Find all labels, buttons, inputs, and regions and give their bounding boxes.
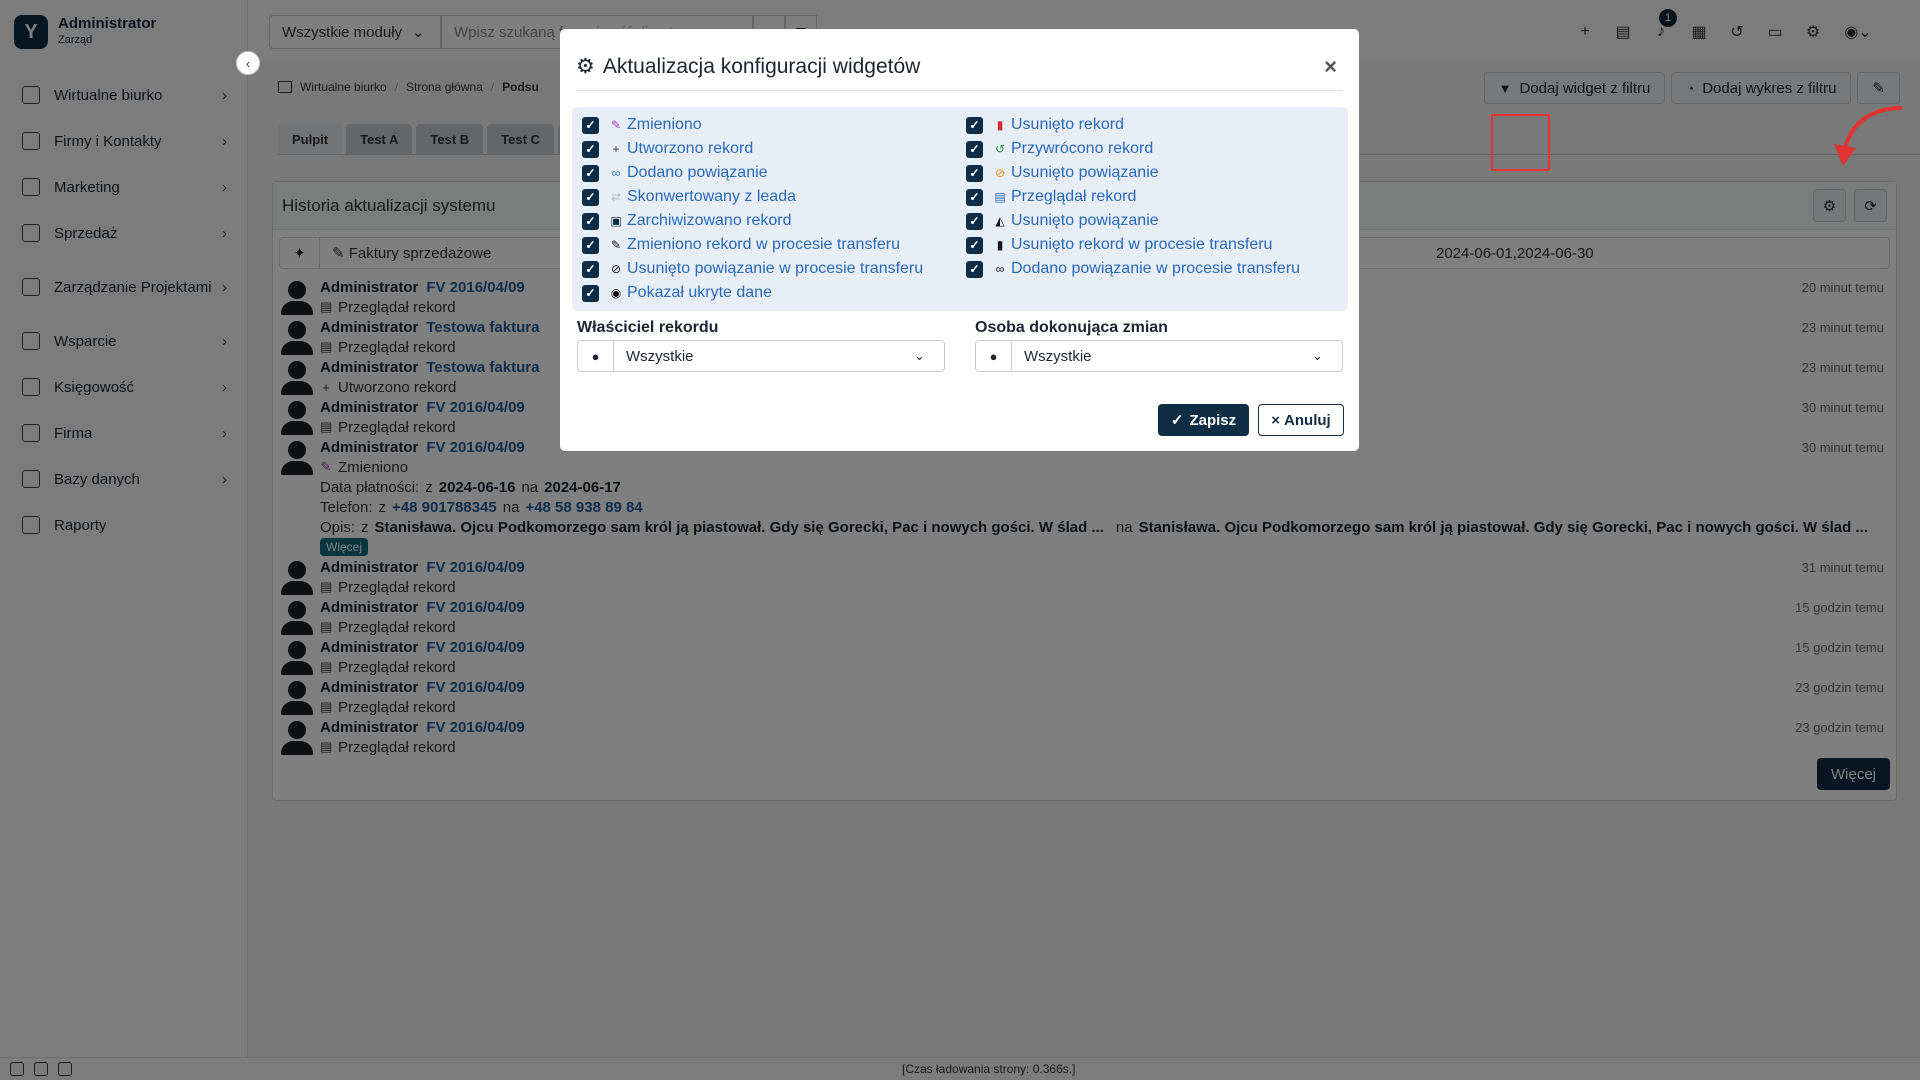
pencil-icon: ✎ <box>610 118 622 132</box>
modal-title: Aktualizacja konfiguracji widgetów <box>602 54 921 78</box>
checkbox[interactable]: ✓ <box>966 164 983 182</box>
undo-icon: ↺ <box>994 142 1006 156</box>
archive-icon: ▣ <box>610 214 622 228</box>
red-arrow-icon <box>1834 106 1903 166</box>
option-zarchiwizowano[interactable]: ✓ ▣ Zarchiwizowano rekord <box>582 209 923 233</box>
checkbox[interactable]: ✓ <box>966 236 983 254</box>
eraser-icon: ◭ <box>995 214 1005 228</box>
chevron-down-icon: ⌄ <box>1312 348 1323 363</box>
unlink-icon: ⊘ <box>610 262 622 276</box>
unlink-icon: ⊘ <box>994 166 1006 180</box>
option-przegladal[interactable]: ✓ ▤ Przeglądał rekord <box>966 185 1300 209</box>
owner-label: Właściciel rekordu <box>577 319 719 336</box>
pencil-icon: ✎ <box>610 238 622 252</box>
plus-icon: + <box>612 142 620 156</box>
save-button[interactable]: ✓ Zapisz <box>1158 404 1249 436</box>
widget-config-modal: ⚙ Aktualizacja konfiguracji widgetów × ✓… <box>560 29 1359 451</box>
checkbox[interactable]: ✓ <box>582 116 599 134</box>
option-przywrocono[interactable]: ✓ ↺ Przywrócono rekord <box>966 137 1300 161</box>
checkbox[interactable]: ✓ <box>582 212 599 230</box>
gear-icon: ⚙ <box>576 55 595 78</box>
highlight-box <box>1491 114 1550 171</box>
chevron-down-icon: ⌄ <box>914 348 925 363</box>
option-usunieto-powiazanie-transfer[interactable]: ✓ ⊘ Usunięto powiązanie w procesie transfe… <box>582 257 923 281</box>
cancel-button[interactable]: × Anuluj <box>1258 404 1344 436</box>
close-icon[interactable]: × <box>1324 54 1343 80</box>
link-icon: ∞ <box>611 166 621 180</box>
exchange-icon: ⇄ <box>610 190 622 204</box>
options-panel: ✓ ✎ Zmieniono ✓ + Utworzono rekord ✓ ∞ Dodano … <box>572 107 1348 311</box>
option-dodano-powiazanie[interactable]: ✓ ∞ Dodano powiązanie <box>582 161 923 185</box>
checkbox[interactable]: ✓ <box>582 260 599 278</box>
checkbox[interactable]: ✓ <box>966 260 983 278</box>
option-zmieniono[interactable]: ✓ ✎ Zmieniono <box>582 113 923 137</box>
user-icon: ● <box>976 341 1012 371</box>
option-usunieto-rekord[interactable]: ✓ ▮ Usunięto rekord <box>966 113 1300 137</box>
options-right: ✓ ▮ Usunięto rekord ✓ ↺ Przywrócono rekord ✓… <box>966 113 1300 281</box>
checkbox[interactable]: ✓ <box>966 140 983 158</box>
option-usunieto-powiazanie-2[interactable]: ✓ ◭ Usunięto powiązanie <box>966 209 1300 233</box>
option-utworzono[interactable]: ✓ + Utworzono rekord <box>582 137 923 161</box>
option-pokazal-ukryte[interactable]: ✓ ◉ Pokazał ukryte dane <box>582 281 923 305</box>
checkbox[interactable]: ✓ <box>582 140 599 158</box>
list-icon: ▤ <box>994 190 1006 204</box>
modal-header: ⚙ Aktualizacja konfiguracji widgetów × <box>576 43 1343 91</box>
option-skonwertowany[interactable]: ✓ ⇄ Skonwertowany z leada <box>582 185 923 209</box>
changer-label: Osoba dokonująca zmian <box>975 319 1168 336</box>
option-dodano-powiazanie-transfer[interactable]: ✓ ∞ Dodano powiązanie w procesie transferu <box>966 257 1300 281</box>
sidebar-collapse-button[interactable]: ‹ <box>236 51 260 75</box>
checkbox[interactable]: ✓ <box>582 236 599 254</box>
eye-icon: ◉ <box>610 286 622 300</box>
checkbox[interactable]: ✓ <box>582 284 599 302</box>
close-icon: × <box>1271 411 1281 429</box>
options-left: ✓ ✎ Zmieniono ✓ + Utworzono rekord ✓ ∞ Dodano … <box>582 113 923 305</box>
link-icon: ∞ <box>995 262 1005 276</box>
user-icon: ● <box>578 341 614 371</box>
option-usunieto-rekord-transfer[interactable]: ✓ ▮ Usunięto rekord w procesie transferu <box>966 233 1300 257</box>
trash-icon: ▮ <box>996 118 1004 132</box>
trash-icon: ▮ <box>996 238 1004 252</box>
checkbox[interactable]: ✓ <box>582 188 599 206</box>
checkbox[interactable]: ✓ <box>966 212 983 230</box>
changer-select[interactable]: ● Wszystkie ⌄ <box>975 340 1343 372</box>
check-icon: ✓ <box>1170 412 1184 429</box>
checkbox[interactable]: ✓ <box>582 164 599 182</box>
option-zmieniono-transfer[interactable]: ✓ ✎ Zmieniono rekord w procesie transferu <box>582 233 923 257</box>
option-usunieto-powiazanie[interactable]: ✓ ⊘ Usunięto powiązanie <box>966 161 1300 185</box>
owner-select[interactable]: ● Wszystkie ⌄ <box>577 340 945 372</box>
checkbox[interactable]: ✓ <box>966 188 983 206</box>
checkbox[interactable]: ✓ <box>966 116 983 134</box>
